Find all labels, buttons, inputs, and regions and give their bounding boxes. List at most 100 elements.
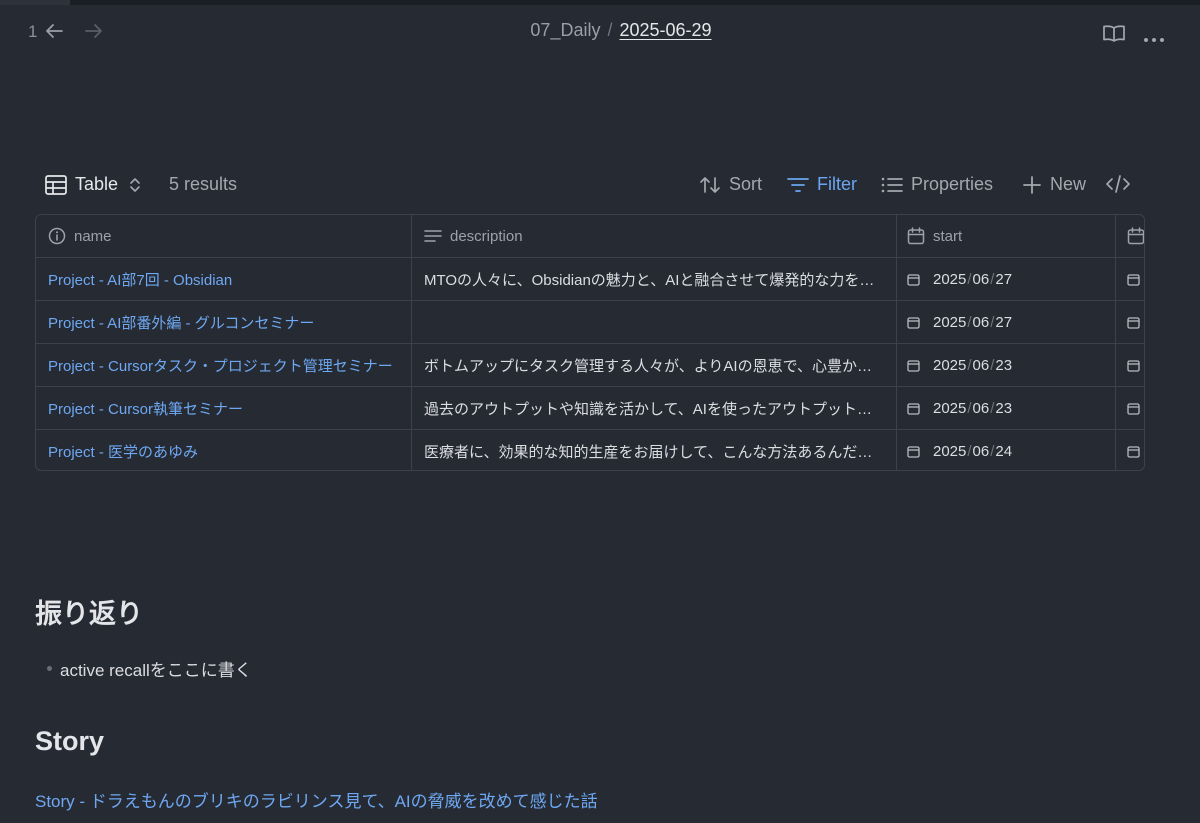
more-options-icon[interactable] bbox=[1143, 30, 1165, 48]
column-header-name[interactable]: name bbox=[36, 215, 412, 257]
next-date-cell[interactable] bbox=[1116, 344, 1144, 386]
filter-label: Filter bbox=[817, 174, 857, 194]
note-header: 1 07_Daily/2025-06-29 bbox=[0, 5, 1200, 57]
info-icon bbox=[48, 227, 66, 245]
new-button[interactable]: New bbox=[1022, 174, 1086, 195]
description-text: ボトムアップにタスク管理する人々が、よりAIの恩恵で、心豊かに… bbox=[424, 357, 882, 375]
description-cell[interactable]: 過去のアウトプットや知識を活かして、AIを使ったアウトプット手… bbox=[412, 387, 897, 429]
date-year: 2025 bbox=[933, 270, 967, 288]
date-year: 2025 bbox=[933, 356, 967, 374]
date-month: 06 bbox=[972, 443, 990, 460]
next-date-cell[interactable] bbox=[1116, 301, 1144, 343]
description-cell[interactable] bbox=[412, 301, 897, 343]
properties-label: Properties bbox=[911, 174, 994, 194]
table-row: Project - Cursor執筆セミナー 過去のアウトプットや知識を活かして… bbox=[36, 387, 1144, 430]
date-month: 06 bbox=[972, 356, 990, 374]
note-link[interactable]: Project - AI部番外編 - グルコンセミナー bbox=[48, 312, 314, 333]
breadcrumb: 07_Daily / 2025-06-29 bbox=[0, 20, 1200, 41]
sort-button[interactable]: Sort bbox=[699, 174, 762, 195]
list-item-text: active recallをここに書く bbox=[60, 661, 252, 680]
calendar-icon bbox=[907, 446, 920, 458]
date-year: 2025 bbox=[933, 443, 967, 460]
view-switcher[interactable]: Table bbox=[45, 174, 141, 195]
calendar-icon bbox=[1127, 316, 1140, 329]
name-cell[interactable]: Project - Cursor執筆セミナー bbox=[36, 387, 412, 429]
next-date-cell[interactable] bbox=[1116, 387, 1144, 429]
description-text: MTOの人々に、Obsidianの魅力と、AIと融合させて爆発的な力を… bbox=[424, 271, 875, 289]
view-label: Table bbox=[75, 174, 119, 194]
description-text: 医療者に、効果的な知的生産をお届けして、こんな方法あるんだ！… bbox=[424, 444, 882, 461]
filter-icon bbox=[787, 177, 809, 192]
column-header-next[interactable] bbox=[1116, 215, 1144, 257]
calendar-icon bbox=[1127, 446, 1140, 458]
date-day: 23 bbox=[995, 356, 1013, 374]
code-view-button[interactable] bbox=[1105, 174, 1139, 194]
calendar-icon bbox=[1127, 273, 1140, 286]
bullet-icon bbox=[47, 666, 52, 671]
date-year: 2025 bbox=[933, 399, 967, 417]
name-cell[interactable]: Project - AI部番外編 - グルコンセミナー bbox=[36, 301, 412, 343]
note-link[interactable]: Project - Cursor執筆セミナー bbox=[48, 398, 243, 419]
table-row: Project - 医学のあゆみ 医療者に、効果的な知的生産をお届けして、こんな… bbox=[36, 430, 1144, 470]
breadcrumb-current-note[interactable]: 2025-06-29 bbox=[619, 20, 711, 40]
text-lines-icon bbox=[424, 230, 442, 242]
table-icon bbox=[45, 174, 67, 195]
sort-label: Sort bbox=[729, 174, 763, 194]
calendar-icon bbox=[907, 402, 920, 415]
name-cell[interactable]: Project - AI部7回 - Obsidian bbox=[36, 258, 412, 300]
calendar-icon bbox=[1127, 359, 1140, 372]
start-cell[interactable]: 2025/06/23 bbox=[897, 387, 1116, 429]
results-count: 5 results bbox=[169, 174, 238, 194]
description-text: 過去のアウトプットや知識を活かして、AIを使ったアウトプット手… bbox=[424, 400, 882, 418]
name-cell[interactable]: Project - Cursorタスク・プロジェクト管理セミナー bbox=[36, 344, 412, 386]
date-day: 27 bbox=[995, 270, 1013, 288]
base-table: name description start Project - AI部7回 -… bbox=[35, 214, 1145, 471]
calendar-icon bbox=[907, 359, 920, 372]
filter-button[interactable]: Filter bbox=[787, 174, 857, 195]
note-link[interactable]: Project - AI部7回 - Obsidian bbox=[48, 269, 232, 290]
next-date-cell[interactable] bbox=[1116, 258, 1144, 300]
plus-icon bbox=[1023, 175, 1041, 194]
calendar-icon bbox=[907, 316, 920, 329]
table-row: Project - AI部7回 - Obsidian MTOの人々に、Obsid… bbox=[36, 258, 1144, 301]
date-day: 27 bbox=[995, 313, 1013, 331]
list-item: active recallをここに書く bbox=[47, 656, 252, 681]
column-header-description[interactable]: description bbox=[412, 215, 897, 257]
calendar-icon bbox=[907, 227, 925, 245]
column-header-start[interactable]: start bbox=[897, 215, 1116, 257]
table-header-row: name description start bbox=[36, 215, 1144, 258]
start-cell[interactable]: 2025/06/23 bbox=[897, 344, 1116, 386]
start-cell[interactable]: 2025/06/27 bbox=[897, 258, 1116, 300]
sort-icon bbox=[700, 176, 720, 193]
start-cell[interactable]: 2025/06/24 bbox=[897, 430, 1116, 470]
base-toolbar: Table 5 results Sort Filter Properties N… bbox=[35, 170, 1145, 202]
calendar-icon bbox=[1127, 227, 1144, 245]
story-note-link[interactable]: Story - ドラえもんのブリキのラビリンス見て、AIの脅威を改めて感じた話 bbox=[35, 787, 598, 812]
new-label: New bbox=[1050, 174, 1087, 194]
breadcrumb-separator: / bbox=[607, 20, 613, 40]
description-cell[interactable]: ボトムアップにタスク管理する人々が、よりAIの恩恵で、心豊かに… bbox=[412, 344, 897, 386]
properties-button[interactable]: Properties bbox=[881, 174, 993, 195]
reading-view-icon[interactable] bbox=[1102, 24, 1126, 49]
description-cell[interactable]: 医療者に、効果的な知的生産をお届けして、こんな方法あるんだ！… bbox=[412, 430, 897, 470]
column-label: name bbox=[74, 227, 112, 245]
column-label: description bbox=[450, 227, 523, 245]
date-year: 2025 bbox=[933, 313, 967, 331]
name-cell[interactable]: Project - 医学のあゆみ bbox=[36, 430, 412, 470]
description-cell[interactable]: MTOの人々に、Obsidianの魅力と、AIと融合させて爆発的な力を… bbox=[412, 258, 897, 300]
calendar-icon bbox=[1127, 402, 1140, 415]
breadcrumb-folder[interactable]: 07_Daily bbox=[530, 20, 600, 40]
table-row: Project - AI部番外編 - グルコンセミナー 2025/06/27 bbox=[36, 301, 1144, 344]
date-month: 06 bbox=[972, 270, 990, 288]
code-icon bbox=[1106, 175, 1130, 193]
review-heading: 振り返り bbox=[35, 599, 143, 629]
date-month: 06 bbox=[972, 399, 990, 417]
date-day: 23 bbox=[995, 399, 1013, 417]
next-date-cell[interactable] bbox=[1116, 430, 1144, 470]
note-link[interactable]: Project - Cursorタスク・プロジェクト管理セミナー bbox=[48, 355, 393, 376]
date-month: 06 bbox=[972, 313, 990, 331]
column-label: start bbox=[933, 227, 963, 245]
note-link[interactable]: Project - 医学のあゆみ bbox=[48, 441, 198, 462]
start-cell[interactable]: 2025/06/27 bbox=[897, 301, 1116, 343]
table-row: Project - Cursorタスク・プロジェクト管理セミナー ボトムアップに… bbox=[36, 344, 1144, 387]
